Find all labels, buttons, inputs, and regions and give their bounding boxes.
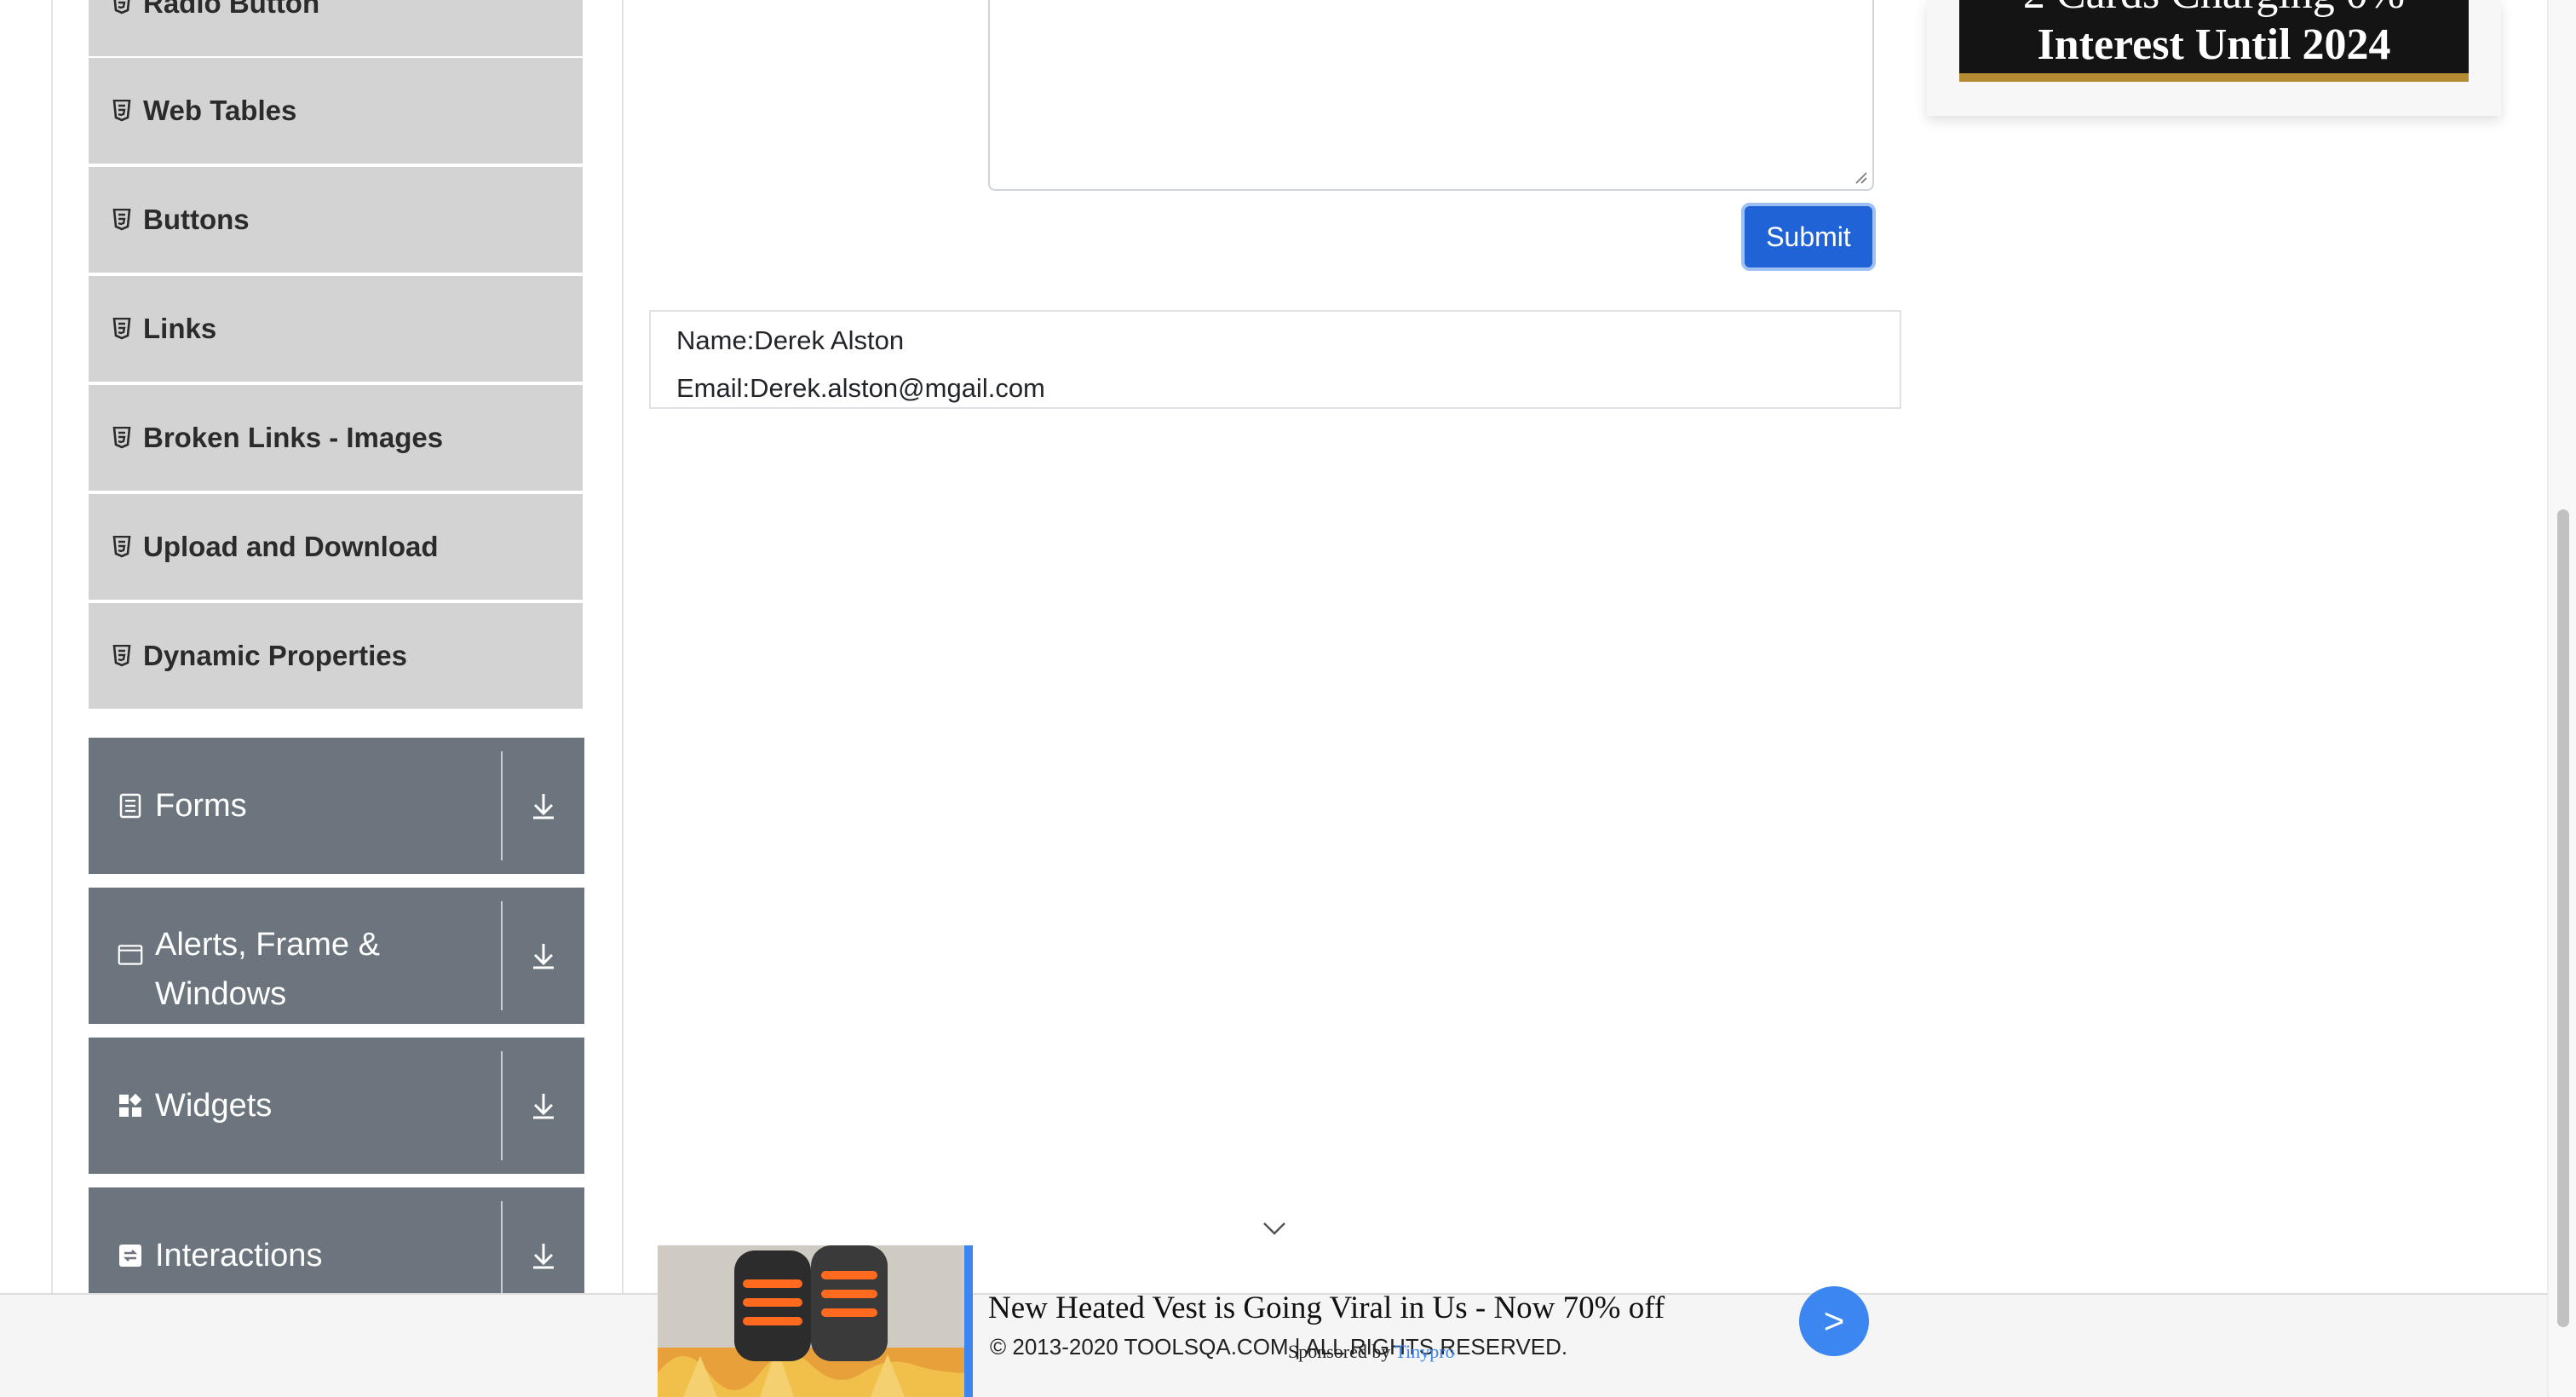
group-label-line1: Alerts, Frame & — [155, 927, 380, 963]
sidebar-item-label: Buttons — [143, 204, 250, 235]
sidebar-item-dynamic-properties[interactable]: Dynamic Properties — [89, 603, 583, 709]
sidebar-item-label: Web Tables — [143, 95, 297, 126]
scrollbar-thumb[interactable] — [2557, 509, 2569, 1327]
form-icon — [118, 793, 143, 819]
widgets-icon — [118, 1093, 143, 1118]
right-ad-line2: Interest Until 2024 — [2037, 20, 2391, 69]
html5-icon — [112, 0, 131, 14]
sidebar-item-label: Upload and Download — [143, 531, 439, 562]
window-icon — [118, 942, 143, 968]
group-forms[interactable]: Forms — [89, 738, 584, 874]
html5-icon — [112, 209, 131, 231]
ad-accent-bar — [964, 1245, 973, 1397]
ad-sponsored-prefix: Sponsored by — [1288, 1341, 1391, 1362]
sidebar-item-label: Links — [143, 313, 217, 344]
right-ad-line1: 2 Cards Charging 0% — [1959, 0, 2469, 16]
sidebar-item-buttons[interactable]: Buttons — [89, 167, 583, 273]
html5-icon — [112, 645, 131, 667]
resize-grip-icon[interactable] — [1854, 170, 1867, 184]
sidebar-item-upload-download[interactable]: Upload and Download — [89, 494, 583, 600]
ad-product-image[interactable] — [658, 1245, 973, 1397]
footer-copyright: © 2013-2020 TOOLSQA.COM | ALL RIGHTS RES… — [990, 1334, 1568, 1360]
ad-headline[interactable]: New Heated Vest is Going Viral in Us - N… — [988, 1290, 1665, 1326]
download-arrow-icon[interactable] — [503, 791, 584, 820]
html5-icon — [112, 427, 131, 449]
ad-sponsor-name[interactable]: Tinypro — [1395, 1341, 1455, 1362]
ad-sponsored: Sponsored by Tinypro — [1288, 1341, 1455, 1363]
ad-go-button[interactable]: > — [1799, 1286, 1869, 1356]
sidebar-item-label: Dynamic Properties — [143, 640, 407, 671]
interactions-icon — [118, 1243, 143, 1268]
submit-button[interactable]: Submit — [1741, 203, 1876, 271]
group-widgets[interactable]: Widgets — [89, 1038, 584, 1174]
download-arrow-icon[interactable] — [503, 941, 584, 970]
group-label: Interactions — [155, 1238, 323, 1273]
group-label-line2: Windows — [155, 976, 287, 1012]
sidebar-item-links[interactable]: Links — [89, 276, 583, 382]
group-label: Widgets — [155, 1088, 273, 1124]
download-arrow-icon[interactable] — [503, 1241, 584, 1270]
sidebar-item-radio-button[interactable]: Radio Button — [89, 0, 583, 56]
html5-icon — [112, 318, 131, 340]
output-name: Name:Derek Alston — [676, 325, 905, 355]
sidebar-item-web-tables[interactable]: Web Tables — [89, 58, 583, 164]
permanent-address-textarea[interactable] — [988, 0, 1874, 191]
sidebar-item-broken-links[interactable]: Broken Links - Images — [89, 385, 583, 491]
group-label: Forms — [155, 788, 247, 824]
right-ad-banner[interactable]: 2 Cards Charging 0% Interest Until 2024 — [1959, 0, 2469, 82]
html5-icon — [112, 100, 131, 122]
group-label: Alerts, Frame & Windows — [155, 893, 501, 1019]
sidebar-item-label: Broken Links - Images — [143, 422, 444, 453]
html5-icon — [112, 536, 131, 558]
group-alerts-frame-windows[interactable]: Alerts, Frame & Windows — [89, 888, 584, 1024]
output-box: Name:Derek Alston Email:Derek.alston@mga… — [649, 310, 1901, 409]
download-arrow-icon[interactable] — [503, 1091, 584, 1120]
output-email: Email:Derek.alston@mgail.com — [676, 373, 1045, 403]
chevron-down-icon[interactable] — [1261, 1218, 1288, 1239]
sidebar-item-label: Radio Button — [143, 0, 320, 19]
